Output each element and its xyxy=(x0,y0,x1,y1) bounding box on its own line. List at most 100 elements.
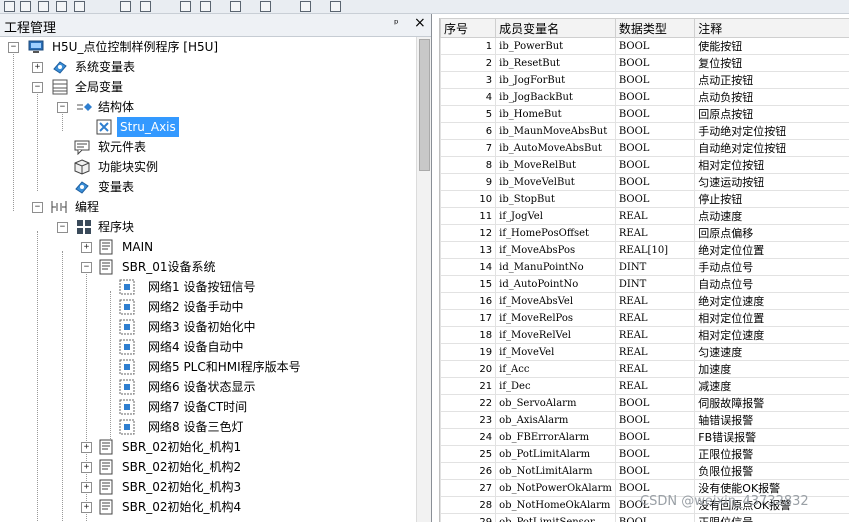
pin-icon[interactable]: ᵖ xyxy=(394,17,399,30)
column-header[interactable]: 成员变量名 xyxy=(495,18,616,38)
member-name-cell[interactable]: ob_NotLimitAlarm xyxy=(495,462,616,480)
member-name-cell[interactable]: if_JogVel xyxy=(495,207,616,225)
data-type-cell[interactable]: BOOL xyxy=(614,190,696,208)
data-type-cell[interactable]: REAL xyxy=(614,343,696,361)
data-type-cell[interactable]: BOOL xyxy=(614,139,696,157)
table-row[interactable]: 20 if_Acc REAL 加速度 xyxy=(440,360,849,378)
tree-item-sbr01[interactable]: − SBR_01设备系统 xyxy=(0,257,410,277)
collapse-icon[interactable]: − xyxy=(32,202,43,213)
table-row[interactable]: 12 if_HomePosOffset REAL 回原点偏移 xyxy=(440,224,849,242)
toolbar-button[interactable] xyxy=(300,1,311,12)
member-name-cell[interactable]: id_ManuPointNo xyxy=(495,258,616,276)
comment-cell[interactable]: 点动正按钮 xyxy=(694,71,849,89)
scrollbar-thumb[interactable] xyxy=(419,39,430,171)
data-type-cell[interactable]: BOOL xyxy=(614,428,696,446)
member-name-cell[interactable]: ob_PotLimitAlarm xyxy=(495,445,616,463)
data-type-cell[interactable]: DINT xyxy=(614,258,696,276)
row-index-cell[interactable]: 13 xyxy=(440,241,497,259)
toolbar-button[interactable] xyxy=(120,1,131,12)
expand-icon[interactable]: + xyxy=(81,242,92,253)
tree-item-network[interactable]: 网络2 设备手动中 xyxy=(0,297,410,317)
row-index-cell[interactable]: 19 xyxy=(440,343,497,361)
toolbar-button[interactable] xyxy=(260,1,271,12)
comment-cell[interactable]: 绝对定位位置 xyxy=(694,241,849,259)
comment-cell[interactable]: 回原点按钮 xyxy=(694,105,849,123)
table-row[interactable]: 17 if_MoveRelPos REAL 相对定位位置 xyxy=(440,309,849,327)
member-name-cell[interactable]: ob_NotPowerOkAlarm xyxy=(495,479,616,497)
data-type-cell[interactable]: BOOL xyxy=(614,122,696,140)
tree-item-sbr02[interactable]: + SBR_02初始化_机构1 xyxy=(0,437,410,457)
table-row[interactable]: 8 ib_MoveRelBut BOOL 相对定位按钮 xyxy=(440,156,849,174)
member-name-cell[interactable]: if_Dec xyxy=(495,377,616,395)
row-index-cell[interactable]: 10 xyxy=(440,190,497,208)
toolbar-button[interactable] xyxy=(20,1,31,12)
data-type-cell[interactable]: BOOL xyxy=(614,462,696,480)
comment-cell[interactable]: 绝对定位速度 xyxy=(694,292,849,310)
row-index-cell[interactable]: 5 xyxy=(440,105,497,123)
row-index-cell[interactable]: 25 xyxy=(440,445,497,463)
table-row[interactable]: 14 id_ManuPointNo DINT 手动点位号 xyxy=(440,258,849,276)
comment-cell[interactable]: 加速度 xyxy=(694,360,849,378)
member-name-cell[interactable]: if_HomePosOffset xyxy=(495,224,616,242)
data-type-cell[interactable]: BOOL xyxy=(614,445,696,463)
toolbar-button[interactable] xyxy=(330,1,341,12)
table-row[interactable]: 2 ib_ResetBut BOOL 复位按钮 xyxy=(440,54,849,72)
tree-item-sbr02[interactable]: + SBR_02初始化_机构4 xyxy=(0,497,410,517)
data-type-cell[interactable]: REAL xyxy=(614,377,696,395)
member-name-cell[interactable]: ib_HomeBut xyxy=(495,105,616,123)
table-row[interactable]: 18 if_MoveRelVel REAL 相对定位速度 xyxy=(440,326,849,344)
comment-cell[interactable]: 匀速速度 xyxy=(694,343,849,361)
table-row[interactable]: 24 ob_FBErrorAlarm BOOL FB错误报警 xyxy=(440,428,849,446)
table-row[interactable]: 13 if_MoveAbsPos REAL[10] 绝对定位位置 xyxy=(440,241,849,259)
table-row[interactable]: 23 ob_AxisAlarm BOOL 轴错误报警 xyxy=(440,411,849,429)
member-name-cell[interactable]: if_MoveVel xyxy=(495,343,616,361)
row-index-cell[interactable]: 26 xyxy=(440,462,497,480)
table-row[interactable]: 3 ib_JogForBut BOOL 点动正按钮 xyxy=(440,71,849,89)
row-index-cell[interactable]: 18 xyxy=(440,326,497,344)
expand-icon[interactable]: + xyxy=(81,462,92,473)
expand-icon[interactable]: + xyxy=(81,482,92,493)
comment-cell[interactable]: 减速度 xyxy=(694,377,849,395)
row-index-cell[interactable]: 9 xyxy=(440,173,497,191)
comment-cell[interactable]: 负限位报警 xyxy=(694,462,849,480)
data-type-cell[interactable]: REAL xyxy=(614,224,696,242)
row-index-cell[interactable]: 21 xyxy=(440,377,497,395)
member-name-cell[interactable]: ib_PowerBut xyxy=(495,37,616,55)
table-row[interactable]: 4 ib_JogBackBut BOOL 点动负按钮 xyxy=(440,88,849,106)
tree-item-project[interactable]: − H5U_点位控制样例程序 [H5U] xyxy=(0,37,410,57)
expand-icon[interactable]: + xyxy=(81,502,92,513)
table-row[interactable]: 15 id_AutoPointNo DINT 自动点位号 xyxy=(440,275,849,293)
table-row[interactable]: 11 if_JogVel REAL 点动速度 xyxy=(440,207,849,225)
data-type-cell[interactable]: REAL xyxy=(614,360,696,378)
member-name-cell[interactable]: ib_StopBut xyxy=(495,190,616,208)
member-name-cell[interactable]: ib_JogForBut xyxy=(495,71,616,89)
row-index-cell[interactable]: 2 xyxy=(440,54,497,72)
table-row[interactable]: 6 ib_MaunMoveAbsBut BOOL 手动绝对定位按钮 xyxy=(440,122,849,140)
comment-cell[interactable]: 相对定位位置 xyxy=(694,309,849,327)
close-icon[interactable]: × xyxy=(414,15,426,31)
tree-item-stru-axis[interactable]: Stru_Axis xyxy=(0,117,410,137)
member-name-cell[interactable]: ob_FBErrorAlarm xyxy=(495,428,616,446)
row-index-cell[interactable]: 24 xyxy=(440,428,497,446)
tree-item-struct[interactable]: − 结构体 xyxy=(0,97,410,117)
row-index-cell[interactable]: 6 xyxy=(440,122,497,140)
data-type-cell[interactable]: DINT xyxy=(614,275,696,293)
row-index-cell[interactable]: 3 xyxy=(440,71,497,89)
toolbar-button[interactable] xyxy=(230,1,241,12)
tree-item-program[interactable]: − 编程 xyxy=(0,197,410,217)
table-row[interactable]: 1 ib_PowerBut BOOL 使能按钮 xyxy=(440,37,849,55)
collapse-icon[interactable]: − xyxy=(57,222,68,233)
comment-cell[interactable]: 正限位信号 xyxy=(694,513,849,522)
comment-cell[interactable]: 点动速度 xyxy=(694,207,849,225)
member-name-cell[interactable]: ib_MaunMoveAbsBut xyxy=(495,122,616,140)
row-index-cell[interactable]: 20 xyxy=(440,360,497,378)
member-name-cell[interactable]: if_MoveAbsPos xyxy=(495,241,616,259)
row-index-cell[interactable]: 16 xyxy=(440,292,497,310)
table-row[interactable]: 9 ib_MoveVelBut BOOL 匀速运动按钮 xyxy=(440,173,849,191)
tree-item-network[interactable]: 网络6 设备状态显示 xyxy=(0,377,410,397)
data-type-cell[interactable]: REAL xyxy=(614,292,696,310)
comment-cell[interactable]: 自动点位号 xyxy=(694,275,849,293)
column-header[interactable]: 注释 xyxy=(694,18,849,38)
data-type-cell[interactable]: REAL[10] xyxy=(614,241,696,259)
comment-cell[interactable]: 正限位报警 xyxy=(694,445,849,463)
